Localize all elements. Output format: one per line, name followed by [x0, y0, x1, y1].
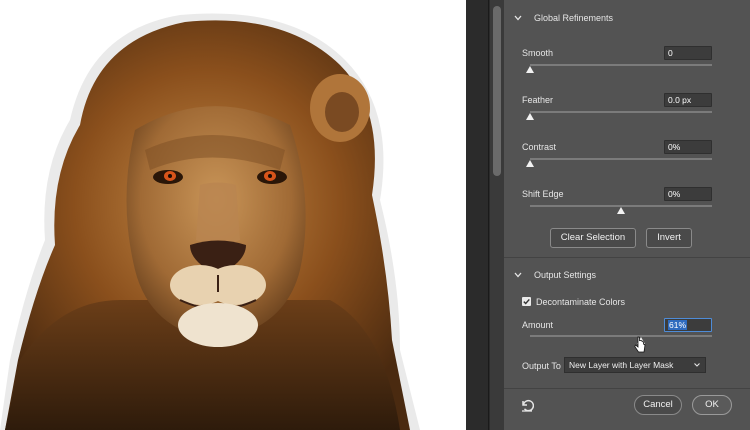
global-refinements-title: Global Refinements: [534, 13, 614, 23]
contrast-label: Contrast: [522, 142, 557, 152]
invert-button[interactable]: Invert: [646, 228, 692, 248]
shift-edge-slider-thumb[interactable]: [617, 207, 625, 214]
mouse-cursor-icon: [634, 336, 646, 353]
amount-label: Amount: [522, 320, 554, 330]
ok-button[interactable]: OK: [692, 395, 732, 415]
shift-edge-input[interactable]: 0%: [664, 187, 712, 201]
contrast-input[interactable]: 0%: [664, 140, 712, 154]
reset-icon[interactable]: [520, 398, 534, 412]
output-settings-title: Output Settings: [534, 270, 597, 280]
shift-edge-label: Shift Edge: [522, 189, 564, 199]
smooth-input[interactable]: 0: [664, 46, 712, 60]
decontaminate-colors-label: Decontaminate Colors: [536, 297, 626, 307]
output-settings-header[interactable]: Output Settings: [504, 265, 750, 287]
output-to-select[interactable]: New Layer with Layer Mask: [564, 357, 706, 373]
cancel-button[interactable]: Cancel: [634, 395, 682, 415]
checkbox-check-icon: [523, 298, 530, 305]
amount-value: 61%: [668, 320, 688, 330]
smooth-slider-track[interactable]: [530, 64, 712, 66]
select-and-mask-panel: Global Refinements Smooth 0 Feather 0.0 …: [504, 0, 750, 430]
section-divider: [504, 257, 750, 258]
contrast-slider-thumb[interactable]: [526, 160, 534, 167]
decontaminate-colors-checkbox[interactable]: [522, 297, 531, 306]
contrast-slider-track[interactable]: [530, 158, 712, 160]
dropdown-caret-icon: [694, 363, 700, 367]
image-canvas[interactable]: [0, 0, 466, 430]
panel-divider: [488, 0, 489, 430]
amount-slider-track[interactable]: [530, 335, 712, 337]
chevron-down-icon[interactable]: [513, 270, 523, 280]
feather-slider-thumb[interactable]: [526, 113, 534, 120]
feather-input[interactable]: 0.0 px: [664, 93, 712, 107]
clear-selection-button[interactable]: Clear Selection: [550, 228, 636, 248]
smooth-label: Smooth: [522, 48, 554, 58]
amount-input[interactable]: 61%: [664, 318, 712, 332]
smooth-slider-thumb[interactable]: [526, 66, 534, 73]
panel-scrollbar-thumb[interactable]: [493, 6, 501, 176]
footer-divider: [504, 388, 750, 389]
output-to-value: New Layer with Layer Mask: [569, 360, 674, 370]
chevron-down-icon[interactable]: [513, 13, 523, 23]
lion-image: [0, 13, 420, 430]
output-to-label: Output To: [522, 361, 561, 371]
feather-slider-track[interactable]: [530, 111, 712, 113]
global-refinements-header[interactable]: Global Refinements: [504, 8, 750, 30]
feather-label: Feather: [522, 95, 554, 105]
